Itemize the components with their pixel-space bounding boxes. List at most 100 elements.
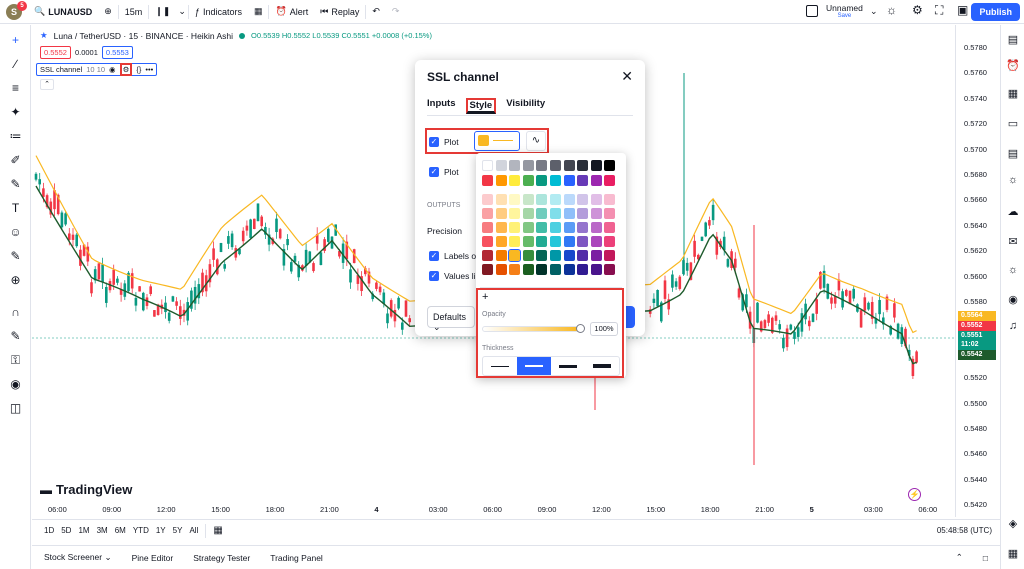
color-swatch[interactable] [577, 264, 589, 275]
candle-type-icon[interactable]: ❙❚ [149, 0, 176, 24]
chevron-down-icon[interactable]: ⌄ [176, 0, 188, 24]
color-swatch[interactable] [495, 236, 507, 247]
collapse-panel-icon[interactable]: ⌃ [956, 552, 963, 563]
tab-trading-panel[interactable]: Trading Panel [270, 553, 323, 563]
color-swatch[interactable] [550, 222, 561, 233]
add-custom-color-icon[interactable]: + [482, 291, 488, 303]
color-swatch[interactable] [563, 160, 575, 171]
defaults-button[interactable]: Defaults ⌄ [427, 306, 475, 332]
line-style-button[interactable]: ∿ [526, 131, 546, 151]
opacity-slider[interactable] [482, 326, 580, 332]
ruler-icon[interactable]: ✎ [8, 249, 23, 264]
settings-gear-icon[interactable]: ⚙ [912, 3, 923, 17]
range-button[interactable]: 3M [97, 526, 108, 535]
plot2-checkbox[interactable]: ✓ [429, 167, 439, 177]
color-swatch[interactable] [550, 208, 561, 219]
layout-name-button[interactable]: Unnamed Save [826, 3, 863, 19]
emoji-icon[interactable]: ☺ [8, 225, 23, 240]
color-swatch[interactable] [536, 264, 548, 275]
color-swatch[interactable] [577, 160, 589, 171]
alert-button[interactable]: ⏰ Alert [269, 0, 314, 24]
brush-icon[interactable]: ✐ [8, 153, 23, 168]
plot1-checkbox[interactable]: ✓ [429, 137, 439, 147]
trash-icon[interactable]: ◫ [8, 401, 23, 416]
camera-icon[interactable]: ▣ [957, 3, 968, 17]
lock-icon[interactable]: ⚿ [8, 353, 23, 368]
opacity-slider-handle[interactable] [576, 324, 585, 333]
eye-icon[interactable]: ◉ [109, 65, 116, 74]
bid-price[interactable]: 0.5552 [40, 46, 71, 59]
color-swatch[interactable] [509, 208, 521, 219]
settings-gear-icon[interactable]: ⚙ [119, 63, 133, 76]
undo-icon[interactable]: ↶ [366, 0, 386, 24]
color-swatch[interactable] [495, 250, 507, 261]
color-swatch[interactable] [522, 160, 534, 171]
color-swatch[interactable] [536, 250, 548, 261]
color-swatch[interactable] [563, 175, 575, 186]
color-swatch[interactable] [509, 236, 521, 247]
color-swatch[interactable] [509, 264, 521, 275]
prediction-icon[interactable]: ≔ [8, 129, 23, 144]
color-swatch[interactable] [590, 236, 602, 247]
color-swatch[interactable] [604, 194, 616, 205]
plot1-color-button[interactable] [474, 131, 520, 151]
replay-button[interactable]: ⏮ Replay [314, 0, 365, 24]
user-avatar[interactable]: S5 [6, 0, 27, 20]
data-window-icon[interactable]: ▦ [1006, 87, 1020, 101]
tab-pine-editor[interactable]: Pine Editor [132, 553, 174, 563]
magnet-icon[interactable]: ∩ [8, 305, 23, 320]
range-button[interactable]: All [189, 526, 198, 535]
color-swatch[interactable] [550, 236, 561, 247]
chevron-down-icon[interactable]: ⌄ [870, 6, 878, 17]
color-swatch[interactable] [482, 222, 493, 233]
color-swatch[interactable] [522, 175, 534, 186]
color-swatch[interactable] [590, 250, 602, 261]
hotlists-icon[interactable]: ▤ [1006, 147, 1020, 161]
object-tree-icon[interactable]: ▦ [1006, 547, 1020, 561]
opacity-input[interactable]: 100% [590, 322, 618, 336]
color-swatch[interactable] [590, 222, 602, 233]
clock[interactable]: 05:48:58 (UTC) [937, 526, 992, 535]
lock-drawings-icon[interactable]: ✎ [8, 329, 23, 344]
color-swatch[interactable] [522, 236, 534, 247]
color-swatch[interactable] [563, 250, 575, 261]
date-range-icon[interactable]: ▦ [213, 525, 222, 536]
thickness-1[interactable] [483, 357, 517, 375]
price-axis[interactable]: 0.5780 0.5760 0.5740 0.5720 0.5700 0.5680 0.56… [955, 25, 1000, 517]
watchlist-icon[interactable]: ▤ [1006, 33, 1020, 47]
compare-symbol-button[interactable]: ⊕ [98, 0, 118, 24]
color-swatch[interactable] [590, 175, 602, 186]
color-swatch[interactable] [550, 194, 561, 205]
tab-visibility[interactable]: Visibility [506, 98, 545, 114]
color-swatch[interactable] [495, 222, 507, 233]
color-swatch[interactable] [522, 250, 534, 261]
labels-checkbox[interactable]: ✓ [429, 251, 439, 261]
color-swatch[interactable] [536, 194, 548, 205]
zoom-in-icon[interactable]: ⊕ [8, 273, 23, 288]
color-swatch[interactable] [590, 194, 602, 205]
color-swatch[interactable] [536, 236, 548, 247]
trendline-icon[interactable]: ∕ [8, 57, 23, 72]
color-swatch[interactable] [577, 250, 589, 261]
color-swatch[interactable] [482, 264, 493, 275]
color-swatch[interactable] [522, 194, 534, 205]
chats-icon[interactable]: ✉ [1006, 235, 1020, 249]
calendar-icon[interactable]: ▭ [1006, 117, 1020, 131]
color-swatch[interactable] [495, 160, 507, 171]
color-swatch[interactable] [550, 175, 561, 186]
range-button[interactable]: YTD [133, 526, 149, 535]
color-swatch[interactable] [590, 264, 602, 275]
color-swatch[interactable] [509, 175, 521, 186]
color-swatch[interactable] [604, 236, 616, 247]
layout-select-icon[interactable] [806, 5, 818, 17]
color-swatch[interactable] [604, 208, 616, 219]
color-swatch[interactable] [495, 208, 507, 219]
color-swatch[interactable] [482, 175, 493, 186]
range-button[interactable]: 6M [115, 526, 126, 535]
color-swatch[interactable] [482, 236, 493, 247]
color-swatch[interactable] [536, 160, 548, 171]
color-swatch[interactable] [577, 236, 589, 247]
thickness-4[interactable] [585, 357, 619, 375]
fib-icon[interactable]: ≡ [8, 81, 23, 96]
color-swatch[interactable] [550, 160, 561, 171]
